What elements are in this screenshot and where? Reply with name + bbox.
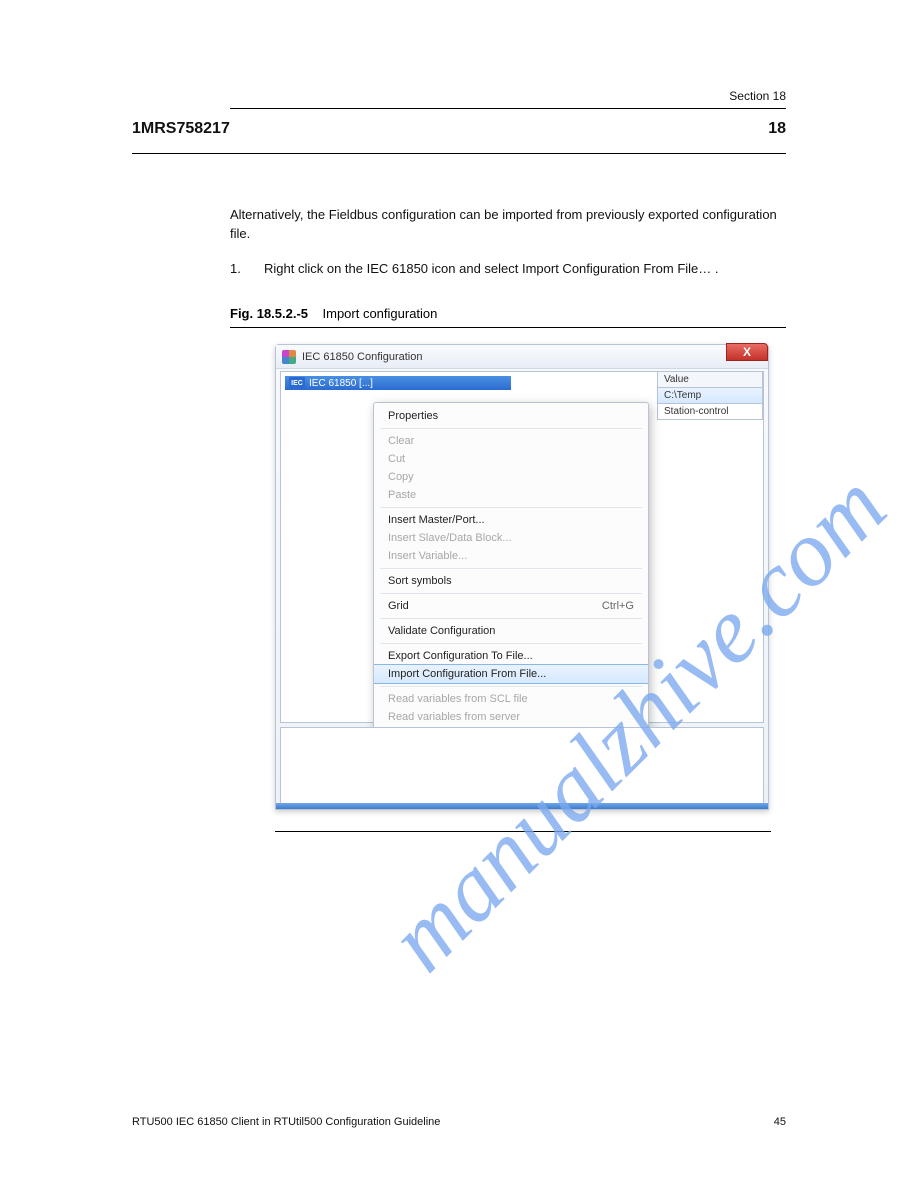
menu-separator bbox=[380, 643, 642, 644]
app-icon bbox=[282, 350, 296, 364]
header-rule bbox=[230, 108, 786, 109]
close-button[interactable]: X bbox=[726, 343, 768, 361]
menu-validate[interactable]: Validate Configuration bbox=[374, 622, 648, 640]
menu-separator bbox=[380, 686, 642, 687]
menu-paste[interactable]: Paste bbox=[374, 486, 648, 504]
menu-clear[interactable]: Clear bbox=[374, 432, 648, 450]
menu-grid[interactable]: Grid Ctrl+G bbox=[374, 597, 648, 615]
header-rule-2 bbox=[132, 153, 786, 154]
section-label: Section 18 bbox=[729, 89, 786, 103]
context-menu: Properties Clear Cut Copy Paste Insert M… bbox=[373, 402, 649, 767]
menu-read-server[interactable]: Read variables from server bbox=[374, 708, 648, 726]
footer-doc-title: RTU500 IEC 61850 Client in RTUtil500 Con… bbox=[132, 1116, 440, 1128]
value-column: Value C:\Temp Station-control bbox=[657, 372, 763, 420]
menu-separator bbox=[380, 507, 642, 508]
paragraph: Alternatively, the Fieldbus configuratio… bbox=[230, 206, 786, 244]
app-window: IEC 61850 Configuration X IEC IEC 61850 … bbox=[275, 344, 769, 810]
tree-panel[interactable]: IEC IEC 61850 [...] Value C:\Temp Statio… bbox=[280, 371, 764, 723]
status-bar bbox=[276, 803, 768, 809]
value-cell[interactable]: C:\Temp bbox=[657, 388, 763, 404]
figure-label: Fig. 18.5.2.-5 bbox=[230, 306, 308, 321]
window-titlebar: IEC 61850 Configuration X bbox=[276, 345, 768, 369]
window-title: IEC 61850 Configuration bbox=[302, 351, 422, 363]
doc-number: 1MRS758217 bbox=[132, 120, 230, 138]
menu-properties[interactable]: Properties bbox=[374, 407, 648, 425]
menu-separator bbox=[380, 428, 642, 429]
menu-copy[interactable]: Copy bbox=[374, 468, 648, 486]
iec-icon: IEC bbox=[289, 377, 305, 389]
close-icon: X bbox=[743, 345, 751, 359]
menu-separator bbox=[380, 593, 642, 594]
menu-cut[interactable]: Cut bbox=[374, 450, 648, 468]
value-header: Value bbox=[657, 372, 763, 388]
menu-insert-slave[interactable]: Insert Slave/Data Block... bbox=[374, 529, 648, 547]
chapter-number: 18 bbox=[768, 120, 786, 138]
menu-separator bbox=[380, 568, 642, 569]
tree-selected-node[interactable]: IEC IEC 61850 [...] bbox=[285, 376, 511, 390]
value-cell[interactable]: Station-control bbox=[657, 404, 763, 420]
tree-node-label: IEC 61850 [...] bbox=[309, 378, 373, 389]
menu-sort-symbols[interactable]: Sort symbols bbox=[374, 572, 648, 590]
menu-export[interactable]: Export Configuration To File... bbox=[374, 647, 648, 665]
menu-import[interactable]: Import Configuration From File... bbox=[374, 664, 648, 684]
log-panel[interactable] bbox=[280, 727, 764, 805]
step-number: 1. bbox=[230, 260, 248, 279]
shortcut-label: Ctrl+G bbox=[602, 600, 634, 612]
menu-read-scl[interactable]: Read variables from SCL file bbox=[374, 690, 648, 708]
menu-insert-master[interactable]: Insert Master/Port... bbox=[374, 511, 648, 529]
menu-separator bbox=[380, 618, 642, 619]
step-text: Right click on the IEC 61850 icon and se… bbox=[264, 260, 719, 279]
page-number: 45 bbox=[774, 1116, 786, 1128]
menu-insert-variable[interactable]: Insert Variable... bbox=[374, 547, 648, 565]
figure-caption: Import configuration bbox=[323, 306, 438, 321]
